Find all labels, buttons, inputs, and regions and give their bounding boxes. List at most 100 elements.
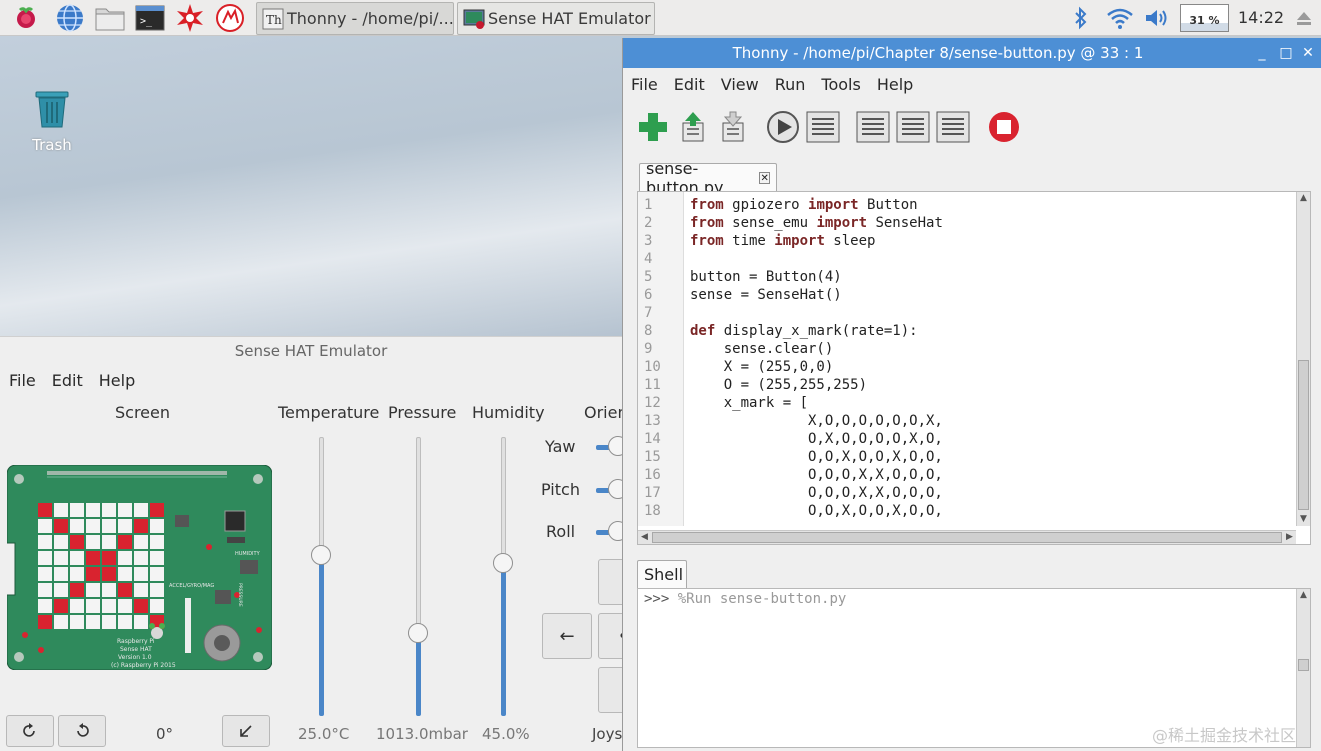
load-file-button[interactable] [676,110,710,144]
pressure-slider[interactable] [408,437,428,716]
code-text: Button [858,197,918,213]
wolfram-icon[interactable] [214,3,246,33]
debug-button[interactable] [806,110,840,144]
shell-vertical-scrollbar[interactable]: ▲ [1296,589,1310,747]
menu-help[interactable]: Help [99,371,135,390]
editor-vertical-scrollbar[interactable]: ▲ ▼ [1296,192,1310,526]
led-pixel [118,615,132,629]
shell-tab-label: Shell [644,565,684,584]
line-number: 11 [644,377,661,393]
eject-icon[interactable] [1292,0,1316,36]
tab-shell[interactable]: Shell [637,560,687,588]
step-into-button[interactable] [896,110,930,144]
menu-run[interactable]: Run [775,75,806,94]
led-pixel [38,599,52,613]
yaw-slider-knob[interactable] [608,436,622,456]
code-line: O,O,X,O,O,X,O,O, [690,448,943,466]
taskbar-item-thonny[interactable]: Th Thonny - /home/pi/... [256,2,454,35]
code-keyword: from [690,233,724,249]
cpu-monitor[interactable]: 31 % [1180,4,1229,32]
editor-hscroll-thumb[interactable] [652,532,1282,543]
code-text: O = (255,255,255) [690,377,868,393]
save-file-button[interactable] [716,110,750,144]
led-pixel [38,551,52,565]
editor-horizontal-scrollbar[interactable]: ◀ ▶ [638,530,1296,544]
mathematica-star-icon[interactable] [174,3,206,33]
raspberry-menu-icon[interactable] [10,3,42,33]
led-pixel [118,551,132,565]
code-text: O,O,O,X,X,O,O,O, [690,485,943,501]
joystick-down-button[interactable] [598,667,622,713]
scroll-right-arrow-icon[interactable]: ▶ [1283,531,1296,544]
maximize-icon[interactable]: □ [1277,44,1295,62]
stop-button[interactable] [987,110,1021,144]
menu-edit[interactable]: Edit [674,75,705,94]
menu-tools[interactable]: Tools [821,75,860,94]
menu-view[interactable]: View [721,75,759,94]
trash-desktop-icon[interactable]: Trash [22,86,82,154]
code-text: O,O,X,O,O,X,O,O, [690,503,943,519]
new-file-button[interactable] [636,110,670,144]
menu-file[interactable]: File [9,371,36,390]
led-pixel [70,615,84,629]
menu-file[interactable]: File [631,75,658,94]
code-editor[interactable]: 1 2 3 4 5 6 7 8 9 10 11 12 13 14 15 16 17 18 from gpiozer… [637,191,1311,545]
menu-edit[interactable]: Edit [52,371,83,390]
volume-icon[interactable] [1142,0,1172,36]
orientation-label: Orien [584,403,622,422]
clock[interactable]: 14:22 [1238,0,1286,36]
bluetooth-icon[interactable] [1068,0,1094,36]
humidity-slider-knob[interactable] [493,553,513,574]
led-pixel [38,519,52,533]
led-pixel [86,519,100,533]
terminal-icon[interactable]: >_ [134,3,166,33]
code-text: display_x_mark(rate=1): [715,323,918,339]
browser-globe-icon[interactable] [54,3,86,33]
step-over-button[interactable] [856,110,890,144]
pressure-slider-knob[interactable] [408,622,428,643]
led-pixel [118,599,132,613]
plus-icon [639,113,667,141]
scroll-left-arrow-icon[interactable]: ◀ [638,531,651,544]
led-pixel [70,503,84,517]
step-out-button[interactable] [936,110,970,144]
rotate-anticlockwise-button[interactable] [58,715,106,747]
tab-sense-button-py[interactable]: sense-button.py ✕ [639,159,777,197]
file-manager-folder-icon[interactable] [94,3,126,33]
led-pixel [70,599,84,613]
code-keyword: import [808,197,859,213]
line-number: 15 [644,449,661,465]
sense-hat-menubar: File Edit Help [9,371,151,390]
shell-vscroll-thumb[interactable] [1298,659,1309,671]
menu-help[interactable]: Help [877,75,913,94]
roll-slider-knob[interactable] [608,521,622,541]
temperature-slider-knob[interactable] [311,544,331,565]
editor-vscroll-thumb[interactable] [1298,360,1309,510]
line-number: 13 [644,413,661,429]
scroll-down-arrow-icon[interactable]: ▼ [1297,513,1310,526]
led-pixel [118,567,132,581]
flip-button[interactable] [222,715,270,747]
joystick-left-button[interactable]: ← [542,613,592,659]
rotate-clockwise-button[interactable] [6,715,54,747]
wifi-icon[interactable] [1104,0,1136,36]
joystick-center-button[interactable]: • [598,613,622,659]
code-line: from sense_emu import SenseHat [690,214,943,232]
humidity-slider[interactable] [493,437,513,716]
close-window-icon[interactable]: ✕ [1299,44,1317,62]
led-pixel [134,599,148,613]
trash-icon [35,91,69,128]
led-pixel [102,503,116,517]
thonny-titlebar[interactable]: Thonny - /home/pi/Chapter 8/sense-button… [623,38,1321,68]
led-pixel [150,583,164,597]
taskbar-item-sense-hat[interactable]: Sense HAT Emulator [457,2,655,35]
scroll-up-arrow-icon[interactable]: ▲ [1297,589,1310,602]
scroll-up-arrow-icon[interactable]: ▲ [1297,192,1310,205]
joystick-up-button[interactable] [598,559,622,605]
run-button[interactable] [766,110,800,144]
close-tab-icon[interactable]: ✕ [759,171,770,184]
led-pixel [38,567,52,581]
pitch-slider-knob[interactable] [608,479,622,499]
minimize-icon[interactable]: _ [1253,44,1271,62]
temperature-slider[interactable] [311,437,331,716]
